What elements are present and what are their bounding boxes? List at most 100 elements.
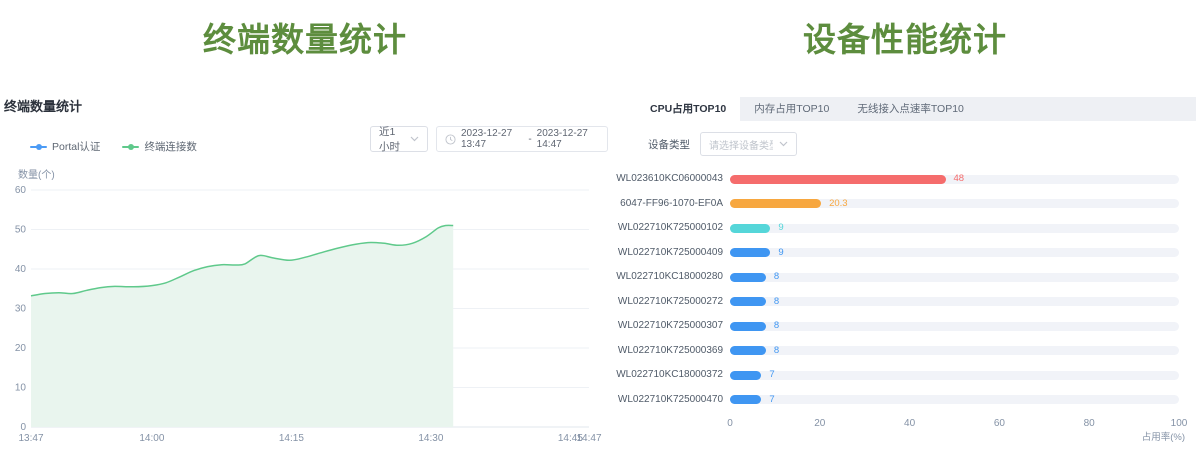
- device-type-filter: 设备类型 请选择设备类型: [648, 132, 797, 156]
- bar: [730, 175, 946, 184]
- date-range-end: 2023-12-27 14:47: [537, 128, 599, 150]
- performance-tabs: CPU占用TOP10内存占用TOP10无线接入点速率TOP10: [636, 97, 1196, 121]
- bar-category-label: WL022710K725000369: [610, 339, 723, 363]
- series-area: [31, 225, 453, 427]
- bar-row: WL022710K725000307 8: [610, 314, 1200, 338]
- bar-category-label: WL022710K725000272: [610, 290, 723, 314]
- x-tick-label: 60: [994, 418, 1005, 429]
- x-tick-label: 20: [814, 418, 825, 429]
- date-range-picker[interactable]: 2023-12-27 13:47 - 2023-12-27 14:47: [436, 126, 608, 152]
- bar-row: WL022710KC18000372 7: [610, 363, 1200, 387]
- x-tick-label: 14:30: [418, 433, 443, 444]
- bar-chart-x-axis-label: 占用率(%): [1142, 429, 1185, 443]
- time-range-value: 近1小时: [379, 124, 404, 154]
- x-tick-label: 100: [1171, 418, 1188, 429]
- x-tick-label: 14:00: [139, 433, 164, 444]
- bar-track: [730, 248, 1179, 257]
- device-type-label: 设备类型: [648, 137, 690, 152]
- bar-value-label: 7: [769, 388, 774, 412]
- terminal-count-area-chart: 0102030405060数量(个)13:4714:0014:1514:3014…: [0, 165, 610, 456]
- bar-track: [730, 273, 1179, 282]
- bar: [730, 248, 770, 257]
- bar-value-label: 9: [778, 241, 783, 265]
- bar-value-label: 8: [774, 314, 779, 338]
- dashboard: 终端数量统计 终端数量统计 近1小时 2023-12-27 13:47 - 20…: [0, 0, 1200, 456]
- time-controls: 近1小时 2023-12-27 13:47 - 2023-12-27 14:47: [370, 126, 608, 152]
- x-tick-label: 13:47: [18, 433, 43, 444]
- bar-row: 6047-FF96-1070-EF0A 20.3: [610, 192, 1200, 216]
- legend-label: Portal认证: [52, 139, 100, 154]
- device-type-select[interactable]: 请选择设备类型: [700, 132, 797, 156]
- chart-legend: Portal认证 终端连接数: [30, 139, 197, 154]
- bar-track: [730, 371, 1179, 380]
- date-range-start: 2023-12-27 13:47: [461, 128, 523, 150]
- y-tick-label: 20: [15, 343, 27, 354]
- tab-memory-top10[interactable]: 内存占用TOP10: [740, 97, 843, 121]
- y-tick-label: 50: [15, 225, 27, 236]
- tab-wireless-ap-rate-top10[interactable]: 无线接入点速率TOP10: [843, 97, 978, 121]
- y-tick-label: 30: [15, 304, 27, 315]
- legend-marker: [122, 146, 139, 148]
- bar-value-label: 7: [769, 363, 774, 387]
- bar-track: [730, 297, 1179, 306]
- bar-category-label: WL022710KC18000372: [610, 363, 723, 387]
- terminal-count-section: 终端数量统计 终端数量统计 近1小时 2023-12-27 13:47 - 20…: [0, 0, 610, 456]
- device-performance-section: 设备性能统计 CPU占用TOP10内存占用TOP10无线接入点速率TOP10 设…: [610, 0, 1200, 456]
- bar-row: WL022710K725000272 8: [610, 290, 1200, 314]
- y-tick-label: 40: [15, 264, 27, 275]
- bar-track: [730, 395, 1179, 404]
- bar-track: [730, 199, 1179, 208]
- bar-category-label: WL022710K725000307: [610, 314, 723, 338]
- bar-row: WL022710KC18000280 8: [610, 265, 1200, 289]
- clock-icon: [445, 134, 456, 145]
- y-tick-label: 10: [15, 383, 27, 394]
- bar-track: [730, 224, 1179, 233]
- legend-item[interactable]: 终端连接数: [122, 139, 197, 154]
- x-tick-label: 80: [1084, 418, 1095, 429]
- legend-marker: [30, 146, 47, 148]
- bar-row: WL022710K725000102 9: [610, 216, 1200, 240]
- bar-category-label: 6047-FF96-1070-EF0A: [610, 192, 723, 216]
- bar-category-label: WL022710K725000470: [610, 388, 723, 412]
- bar-value-label: 8: [774, 265, 779, 289]
- y-axis-name: 数量(个): [18, 168, 55, 181]
- y-tick-label: 60: [15, 185, 27, 196]
- bar: [730, 199, 821, 208]
- bar-value-label: 9: [778, 216, 783, 240]
- bar-row: WL023610KC06000043 48: [610, 167, 1200, 191]
- bar-row: WL022710K725000369 8: [610, 339, 1200, 363]
- chevron-down-icon: [779, 141, 788, 147]
- bar: [730, 297, 766, 306]
- bar-track: [730, 346, 1179, 355]
- date-range-separator: -: [528, 134, 531, 145]
- bar-category-label: WL023610KC06000043: [610, 167, 723, 191]
- bar-category-label: WL022710KC18000280: [610, 265, 723, 289]
- x-tick-label: 40: [904, 418, 915, 429]
- y-tick-label: 0: [20, 422, 26, 433]
- bar-value-label: 8: [774, 339, 779, 363]
- bar: [730, 322, 766, 331]
- bar-chart-x-axis: 0 20 40 60 80 100: [610, 418, 1200, 432]
- x-tick-label: 0: [727, 418, 733, 429]
- bar: [730, 346, 766, 355]
- chevron-down-icon: [410, 136, 419, 142]
- bar-row: WL022710K725000470 7: [610, 388, 1200, 412]
- bar-track: [730, 322, 1179, 331]
- tab-cpu-top10[interactable]: CPU占用TOP10: [636, 97, 740, 121]
- time-range-select[interactable]: 近1小时: [370, 126, 428, 152]
- left-section-title: 终端数量统计: [0, 13, 610, 61]
- terminal-panel-title: 终端数量统计: [4, 96, 82, 115]
- bar: [730, 273, 766, 282]
- bar-value-label: 48: [954, 167, 965, 191]
- bar-category-label: WL022710K725000102: [610, 216, 723, 240]
- device-type-placeholder: 请选择设备类型: [709, 137, 773, 152]
- bar-category-label: WL022710K725000409: [610, 241, 723, 265]
- legend-item[interactable]: Portal认证: [30, 139, 100, 154]
- bar: [730, 395, 761, 404]
- x-tick-label: 14:15: [279, 433, 304, 444]
- bar-value-label: 20.3: [829, 192, 848, 216]
- right-section-title: 设备性能统计: [610, 13, 1200, 61]
- bar-value-label: 8: [774, 290, 779, 314]
- bar: [730, 224, 770, 233]
- bar: [730, 371, 761, 380]
